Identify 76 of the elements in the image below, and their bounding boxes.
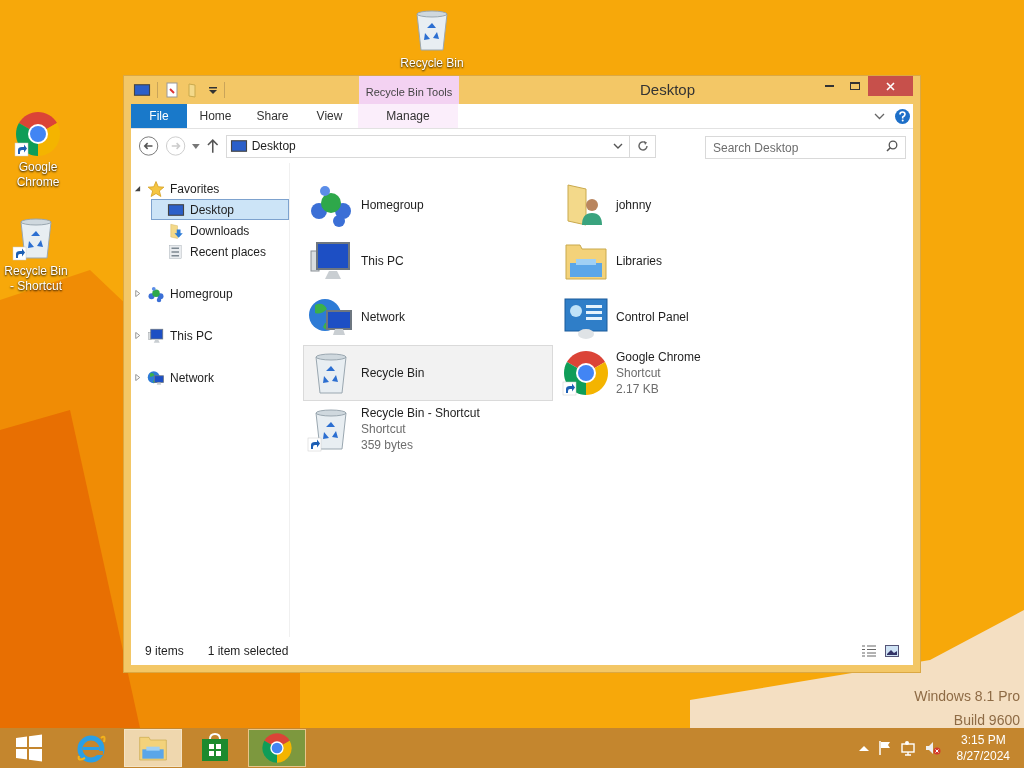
file-item[interactable]: Google Chrome Shortcut 2.17 KB xyxy=(558,345,808,401)
file-item[interactable]: johnny xyxy=(558,177,808,233)
file-item[interactable]: Homegroup xyxy=(303,177,553,233)
nav-item[interactable]: Desktop xyxy=(151,199,289,220)
item-detail: 359 bytes xyxy=(361,437,415,453)
item-name: Network xyxy=(361,309,405,325)
item-detail: Shortcut xyxy=(616,365,662,381)
taskbar-button[interactable] xyxy=(248,729,306,767)
help-icon[interactable] xyxy=(895,108,910,124)
nav-item[interactable]: Downloads xyxy=(151,220,289,241)
os-edition-text: Windows 8.1 Pro xyxy=(914,687,1020,706)
contextual-tab-label: Recycle Bin Tools xyxy=(359,76,459,104)
windows-logo-icon xyxy=(15,734,43,762)
flag-icon[interactable] xyxy=(876,740,893,756)
address-bar[interactable]: Desktop xyxy=(225,134,657,158)
desktop-icon xyxy=(229,137,248,155)
dropdown-arrow-icon[interactable] xyxy=(208,85,218,95)
ribbon-tab[interactable]: File xyxy=(131,104,187,128)
computer-icon xyxy=(147,326,165,345)
item-detail: 2.17 KB xyxy=(616,381,660,397)
item-name: Homegroup xyxy=(361,197,424,213)
ribbon-tab[interactable]: Manage xyxy=(358,104,458,128)
item-name: Recycle Bin xyxy=(361,365,425,381)
large-icons-view-icon[interactable] xyxy=(885,645,899,657)
ribbon-tab[interactable]: Share xyxy=(244,104,301,128)
nav-item[interactable]: Favorites xyxy=(131,178,289,199)
expand-ribbon-icon[interactable] xyxy=(874,112,885,120)
window-icon xyxy=(133,81,151,99)
downloads-icon xyxy=(167,221,185,240)
item-detail: Shortcut xyxy=(361,421,407,437)
expand-arrow-icon[interactable] xyxy=(133,290,141,297)
file-item[interactable]: Recycle Bin xyxy=(303,345,553,401)
item-name: This PC xyxy=(361,253,404,269)
os-build-text: Build 9600 xyxy=(953,711,1020,730)
recent-locations-icon[interactable] xyxy=(192,143,201,149)
browser-icon xyxy=(261,732,293,764)
properties-icon[interactable] xyxy=(164,82,180,98)
expand-arrow-icon[interactable] xyxy=(133,374,141,381)
item-count: 9 items xyxy=(145,643,184,660)
ribbon-tab[interactable]: View xyxy=(301,104,358,128)
nav-item[interactable]: Network xyxy=(131,367,289,388)
file-item[interactable]: Recycle Bin - Shortcut Shortcut 359 bytes xyxy=(303,401,553,457)
nav-item[interactable]: Recent places xyxy=(151,241,289,262)
item-name: Google Chrome xyxy=(616,349,701,365)
file-item[interactable]: Network xyxy=(303,289,553,345)
file-item[interactable]: Control Panel xyxy=(558,289,808,345)
recent-places-icon xyxy=(167,242,185,261)
nav-item[interactable]: Homegroup xyxy=(131,283,289,304)
search-field[interactable]: Search Desktop xyxy=(705,136,906,159)
dropdown-icon[interactable] xyxy=(613,142,624,150)
back-icon[interactable] xyxy=(138,135,160,157)
network-status-icon[interactable] xyxy=(900,740,917,756)
details-view-icon[interactable] xyxy=(861,645,877,657)
expand-arrow-icon[interactable] xyxy=(133,332,141,339)
ribbon-tab[interactable]: Home xyxy=(187,104,244,128)
refresh-icon[interactable] xyxy=(637,140,650,152)
item-name: Control Panel xyxy=(616,309,689,325)
address-text: Desktop xyxy=(251,138,297,155)
homegroup-icon xyxy=(147,284,165,303)
up-arrow-icon[interactable] xyxy=(206,138,220,154)
star-icon xyxy=(147,179,165,198)
search-icon xyxy=(886,139,898,152)
window-title: Desktop xyxy=(639,79,696,100)
file-item[interactable]: Libraries xyxy=(558,233,808,289)
file-item[interactable]: This PC xyxy=(303,233,553,289)
selection-count: 1 item selected xyxy=(207,643,289,660)
speaker-muted-icon[interactable] xyxy=(924,740,941,756)
store-bag-icon xyxy=(200,733,230,763)
network-icon xyxy=(147,368,165,387)
item-name: johnny xyxy=(616,197,652,213)
nav-item[interactable]: This PC xyxy=(131,325,289,346)
show-hidden-icons-icon[interactable] xyxy=(858,745,869,751)
close-icon xyxy=(886,81,895,91)
item-name: Recycle Bin - Shortcut xyxy=(361,405,480,421)
collapse-arrow-icon[interactable] xyxy=(133,185,141,192)
item-name: Libraries xyxy=(616,253,663,269)
